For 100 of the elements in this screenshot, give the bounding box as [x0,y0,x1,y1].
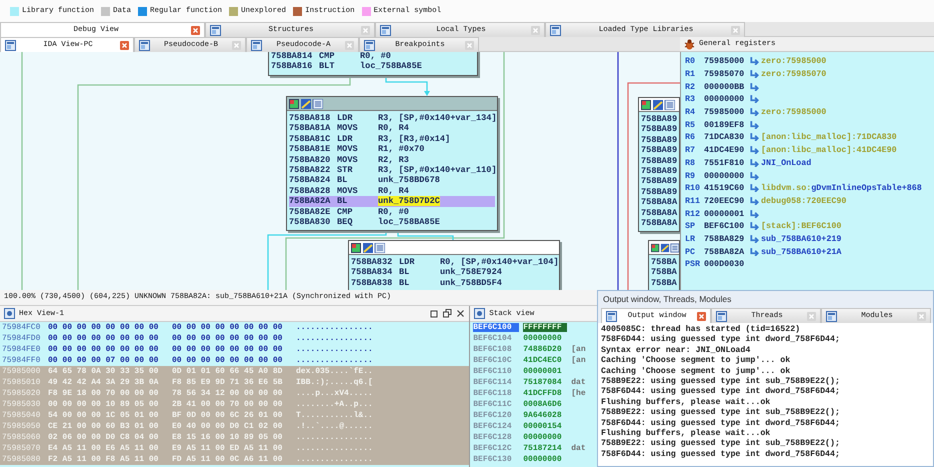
code-line[interactable]: 758BA832 LDR R0, [SP,#0x140+var_104] [351,257,557,268]
register-value[interactable]: 00000000 [704,170,750,181]
hex-bytes: F8 9E 18 00 70 00 00 00 [48,389,160,398]
hex-ascii: .!..`....@...... [296,422,374,431]
code-line[interactable]: 758BA818 LDR R3, [SP,#0x140+var_134] [289,113,495,124]
register-name: R5 [685,120,696,130]
hex-row[interactable]: 75984FD0 00 00 00 00 00 00 00 00 00 00 00 00 00 00 00 00 ................ [0,333,470,344]
register-value[interactable]: 00189EF8 [704,120,750,130]
register-name: PC [685,246,696,257]
hex-bytes: 64 65 78 0A 30 33 35 00 [48,367,160,376]
node-toolbar-icon[interactable] [289,98,323,108]
stack-value: 75187084 [523,378,563,387]
code-line[interactable]: 758BA820 MOVS R2, R3 [289,154,495,166]
code-line[interactable]: 758BA82E CMP R0, #0 [289,206,495,218]
hex-bytes: F2 A5 11 00 F8 A5 11 00 [48,455,160,464]
code-line[interactable]: 758BA822 STR R3, [SP,#0x140+var_110] [289,165,495,176]
register-value[interactable]: 00000000 [704,94,750,104]
register-value[interactable]: 720EEC90 [704,196,750,206]
code-line[interactable]: 758BA89 [641,124,677,135]
stack-value: 74886D20 [523,345,563,354]
code-line[interactable]: 758BA89 [641,134,677,146]
node-toolbar-icon[interactable] [641,100,675,110]
code-line[interactable]: 758BA828 MOVS R0, R4 [289,186,495,196]
code-line[interactable]: 758BA830 BEQ loc_758BA85E [289,217,495,228]
hex-row[interactable]: 75984FC0 00 00 00 00 00 00 00 00 00 00 00 00 00 00 00 00 ................ [0,322,470,333]
code-line[interactable]: 758BA834 BL unk_758E7924 [351,267,557,278]
code-line[interactable]: 758BA89 [641,186,677,198]
output-line: 758F6D44: using guessed type int dword_758F6D44; [601,387,841,398]
hex-bytes: 00 00 00 00 10 89 05 00 [48,400,160,409]
hex-address: 75985040 [1,411,42,420]
stack-comment: [an [571,356,586,365]
register-value[interactable]: 41519C60 [704,183,750,194]
register-name: LR [685,234,696,244]
register-name: R1 [685,69,696,80]
register-name: R4 [685,107,696,118]
register-target[interactable]: libdvm.so:gDvmInlineOpsTable+868 [761,183,922,194]
stack-address[interactable]: BEF6C100 [473,323,520,332]
code-line[interactable]: 758BA816 BLT loc_758BA85E [271,61,475,72]
stack-value: 00000154 [523,422,563,431]
register-value[interactable]: 71DCA830 [704,132,750,142]
code-block[interactable] [286,96,498,232]
register-value[interactable]: 41DC4E90 [704,145,750,156]
register-name: R9 [685,170,696,181]
register-value[interactable]: BEF6C100 [704,221,750,232]
hex-row[interactable]: 75984FE0 00 00 00 00 00 00 00 00 00 00 00 00 00 00 00 00 ................ [0,344,470,355]
code-line[interactable]: 758BA81A MOVS R0, R4 [289,123,495,134]
hex-bytes: F8 85 E9 9D 71 36 E6 5B [172,378,284,387]
hex-bytes: 02 06 00 00 D0 C8 04 00 [48,433,160,442]
code-line[interactable]: 758BA89 [641,156,677,166]
hex-ascii: ................ [296,455,374,464]
register-value[interactable]: 75985070 [704,69,750,80]
code-line[interactable]: 758BA81C LDR R3, [R3,#0x14] [289,134,495,144]
output-line: 758B9E22: using guessed type int sub_758B9E22(); [601,408,841,419]
code-line[interactable]: 758BA8A [641,218,677,228]
code-line[interactable]: 758BA89 [641,145,677,156]
close-icon[interactable] [456,309,466,318]
code-block[interactable]: 758BA 758BA 758BA [648,240,680,290]
code-line[interactable]: 758BA89 [641,166,677,176]
hex-bytes: 00 00 00 00 00 00 00 00 [48,334,160,343]
code-line[interactable]: 758BA824 BL unk_758BD678 [289,175,495,186]
output-line: 758B9E22: using guessed type int sub_758B9E22(); [601,439,841,450]
code-line[interactable]: 758BA8A [641,197,677,208]
node-toolbar-icon[interactable] [651,242,679,252]
code-line[interactable]: 758BA89 [641,176,677,187]
code-line[interactable]: 758BA814 CMP R0, #0 [271,52,475,62]
register-name: R7 [685,145,696,156]
code-line[interactable]: 758BA8A [641,208,677,218]
code-block[interactable]: 758BA89 758BA89 758BA89 758BA89 758BA89 758BA89 758BA89 758BA89 758BA8A 758BA8A 758BA8A [638,97,680,232]
hex-address: 75985030 [1,400,42,409]
code-line[interactable]: 758BA838 BL unk_758BD5F4 [351,278,557,288]
code-line[interactable]: 758BA [651,278,677,288]
register-name: R6 [685,132,696,142]
node-toolbar-icon[interactable] [351,242,385,252]
code-block[interactable]: 758BA832 LDR R0, [SP,#0x140+var_104] 758BA834 BL unk_758E7924 758BA838 BL unk_758BD5F4 [348,240,560,290]
code-line[interactable]: 758BA81E MOVS R1, #0x70 [289,144,495,155]
code-line[interactable]: 758BA [651,267,677,278]
register-value[interactable]: 000D0030 [704,259,750,270]
register-value[interactable]: 7551F810 [704,158,750,168]
hex-row[interactable]: 75984FF0 00 00 00 00 07 00 00 00 00 00 00 00 00 00 00 00 ................ [0,355,470,366]
code-block[interactable]: 758BA814 CMP R0, #0 758BA816 BLT loc_758BA85E [268,52,478,76]
register-target[interactable]: JNI_OnLoad [761,158,812,168]
hex-address: 75985080 [1,455,42,464]
output-line: 758F6D44: using guessed type int dword_758F6D44; [601,335,841,346]
code-line[interactable]: 758BA89 [641,114,677,124]
register-value[interactable]: 75985000 [704,56,750,66]
code-line[interactable]: 758BA [651,257,677,268]
restore-icon[interactable] [430,309,440,318]
register-value[interactable]: 00000001 [704,208,750,219]
hex-address: 75984FF0 [1,356,42,365]
hex-bytes: 00 00 00 00 00 00 00 00 [48,345,160,354]
window-icon [364,40,375,50]
register-value[interactable]: 000000BB [704,82,750,92]
hex-ascii: T...........l&.. [296,411,374,420]
register-target[interactable]: sub_758BA610+219 [761,234,842,244]
stack-value: 00000000 [523,455,563,464]
maximize-icon[interactable] [443,309,452,318]
register-value[interactable]: 75985000 [704,107,750,118]
register-value[interactable]: 758BA82A [704,246,750,257]
register-target[interactable]: sub_758BA610+21A [761,246,842,257]
register-value[interactable]: 758BA829 [704,234,750,244]
